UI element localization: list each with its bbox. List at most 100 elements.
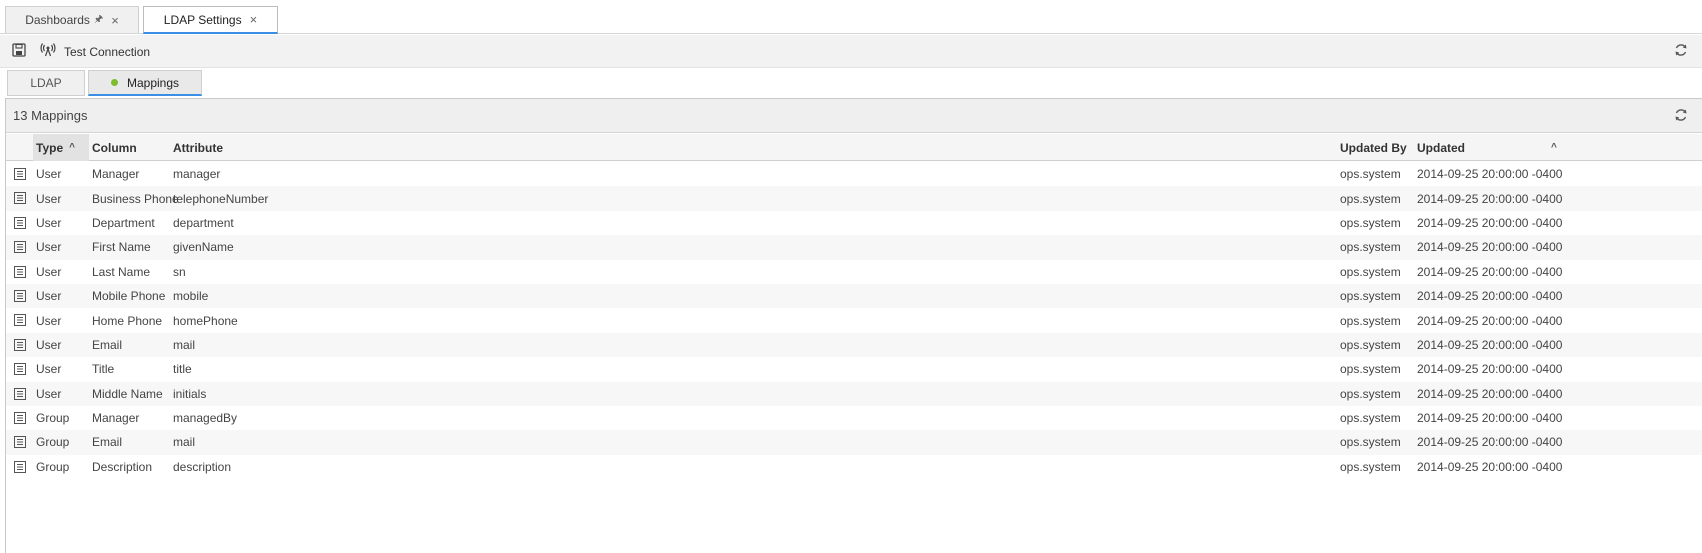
table-row[interactable]: User Mobile Phone mobile ops.system 2014…	[6, 283, 1702, 309]
status-dot	[110, 79, 118, 86]
cell-updated: 2014-09-25 20:00:00 -0400	[1417, 264, 1563, 279]
table-row[interactable]: User First Name givenName ops.system 201…	[6, 235, 1702, 260]
column-header-updated-by[interactable]: Updated By	[1340, 134, 1407, 161]
toolbar: Test Connection	[0, 35, 1702, 68]
cell-updated-by: ops.system	[1340, 386, 1401, 401]
tab-dashboards[interactable]: Dashboards 🖈︎ ×	[5, 6, 139, 33]
cell-column: First Name	[92, 240, 151, 255]
detail-list-icon[interactable]	[14, 411, 26, 424]
cell-attribute: mobile	[173, 289, 209, 304]
cell-updated: 2014-09-25 20:00:00 -0400	[1417, 337, 1563, 352]
close-icon[interactable]: ×	[250, 12, 258, 27]
cell-type: User	[36, 167, 62, 182]
detail-list-icon[interactable]	[14, 192, 26, 205]
cell-type: User	[36, 240, 62, 255]
cell-column: Email	[92, 435, 123, 450]
table-row[interactable]: Group Description description ops.system…	[6, 455, 1702, 479]
cell-column: Business Phone	[92, 191, 179, 206]
cell-attribute: description	[173, 459, 232, 474]
detail-list-icon[interactable]	[14, 363, 26, 376]
column-header-type-label: Type	[36, 140, 64, 155]
cell-column: Email	[92, 337, 123, 352]
cell-attribute: title	[173, 362, 192, 377]
column-header-attribute[interactable]: Attribute	[173, 134, 223, 161]
cell-updated: 2014-09-25 20:00:00 -0400	[1417, 240, 1563, 255]
cell-updated-by: ops.system	[1340, 411, 1401, 426]
detail-list-icon[interactable]	[14, 338, 26, 351]
save-icon[interactable]	[12, 43, 28, 59]
cell-column: Title	[92, 362, 115, 377]
cell-updated: 2014-09-25 20:00:00 -0400	[1417, 289, 1563, 304]
cell-updated: 2014-09-25 20:00:00 -0400	[1417, 362, 1563, 377]
cell-type: User	[36, 386, 62, 401]
sub-tab-bar: LDAP Mappings	[0, 68, 1702, 97]
test-connection-button[interactable]: Test Connection	[40, 35, 150, 68]
pin-icon[interactable]: 🖈︎	[94, 12, 103, 29]
cell-type: Group	[36, 459, 70, 474]
cell-attribute: mail	[173, 435, 196, 450]
tab-dashboards-label: Dashboards	[25, 13, 90, 27]
cell-updated-by: ops.system	[1340, 362, 1401, 377]
cell-updated: 2014-09-25 20:00:00 -0400	[1417, 435, 1563, 450]
cell-attribute: homePhone	[173, 313, 238, 328]
table-row[interactable]: User Last Name sn ops.system 2014-09-25 …	[6, 260, 1702, 284]
tab-mappings[interactable]: Mappings	[88, 70, 202, 96]
cell-updated-by: ops.system	[1340, 264, 1401, 279]
column-menu-icon[interactable]: ^	[1551, 134, 1557, 161]
cell-updated: 2014-09-25 20:00:00 -0400	[1417, 411, 1563, 426]
table-row[interactable]: User Home Phone homePhone ops.system 201…	[6, 308, 1702, 332]
tab-mappings-label: Mappings	[126, 75, 180, 90]
table-row[interactable]: User Title title ops.system 2014-09-25 2…	[6, 357, 1702, 381]
column-header-updated[interactable]: Updated	[1417, 134, 1465, 161]
cell-updated: 2014-09-25 20:00:00 -0400	[1417, 386, 1563, 401]
cell-attribute: department	[173, 215, 234, 230]
tab-ldap-settings-label: LDAP Settings	[163, 12, 242, 27]
tab-ldap[interactable]: LDAP	[7, 70, 85, 96]
cell-type: User	[36, 313, 62, 328]
cell-updated-by: ops.system	[1340, 191, 1401, 206]
table-row[interactable]: User Department department ops.system 20…	[6, 211, 1702, 235]
cell-column: Middle Name	[92, 386, 163, 401]
mappings-count: 13 Mappings	[13, 108, 88, 123]
table-row[interactable]: Group Email mail ops.system 2014-09-25 2…	[6, 430, 1702, 455]
column-header-column[interactable]: Column	[92, 134, 137, 161]
detail-list-icon[interactable]	[14, 289, 26, 302]
cell-attribute: givenName	[173, 240, 234, 255]
cell-updated-by: ops.system	[1340, 289, 1401, 304]
column-header-attribute-label: Attribute	[173, 140, 223, 155]
cell-updated-by: ops.system	[1340, 459, 1401, 474]
detail-list-icon[interactable]	[14, 168, 26, 180]
cell-updated-by: ops.system	[1340, 313, 1401, 328]
cell-type: Group	[36, 411, 70, 426]
table-row[interactable]: User Middle Name initials ops.system 201…	[6, 381, 1702, 406]
detail-list-icon[interactable]	[14, 314, 26, 327]
cell-attribute: initials	[173, 386, 207, 401]
table-row[interactable]: Group Manager managedBy ops.system 2014-…	[6, 406, 1702, 430]
cell-type: User	[36, 191, 62, 206]
detail-list-icon[interactable]	[14, 387, 26, 400]
cell-type: Group	[36, 435, 70, 450]
cell-column: Manager	[92, 167, 140, 182]
close-icon[interactable]: ×	[111, 13, 119, 28]
table-row[interactable]: User Manager manager ops.system 2014-09-…	[6, 162, 1702, 186]
column-header-type[interactable]: Type ^	[33, 134, 89, 161]
cell-updated: 2014-09-25 20:00:00 -0400	[1417, 459, 1563, 474]
table-row[interactable]: User Email mail ops.system 2014-09-25 20…	[6, 332, 1702, 358]
detail-list-icon[interactable]	[14, 436, 26, 449]
document-tab-bar: Dashboards 🖈︎ × LDAP Settings ×	[0, 0, 1702, 35]
refresh-icon[interactable]	[1674, 43, 1690, 59]
table-row[interactable]: User Business Phone telephoneNumber ops.…	[6, 186, 1702, 211]
cell-type: User	[36, 337, 62, 352]
cell-updated-by: ops.system	[1340, 167, 1401, 182]
detail-list-icon[interactable]	[14, 265, 26, 278]
cell-column: Mobile Phone	[92, 289, 166, 304]
cell-updated: 2014-09-25 20:00:00 -0400	[1417, 167, 1563, 182]
cell-column: Manager	[92, 411, 140, 426]
tab-ldap-settings[interactable]: LDAP Settings ×	[143, 6, 278, 34]
detail-list-icon[interactable]	[14, 460, 26, 473]
refresh-icon[interactable]	[1674, 108, 1690, 124]
cell-updated-by: ops.system	[1340, 215, 1401, 230]
detail-list-icon[interactable]	[14, 241, 26, 254]
detail-list-icon[interactable]	[14, 216, 26, 229]
cell-attribute: manager	[173, 167, 221, 182]
